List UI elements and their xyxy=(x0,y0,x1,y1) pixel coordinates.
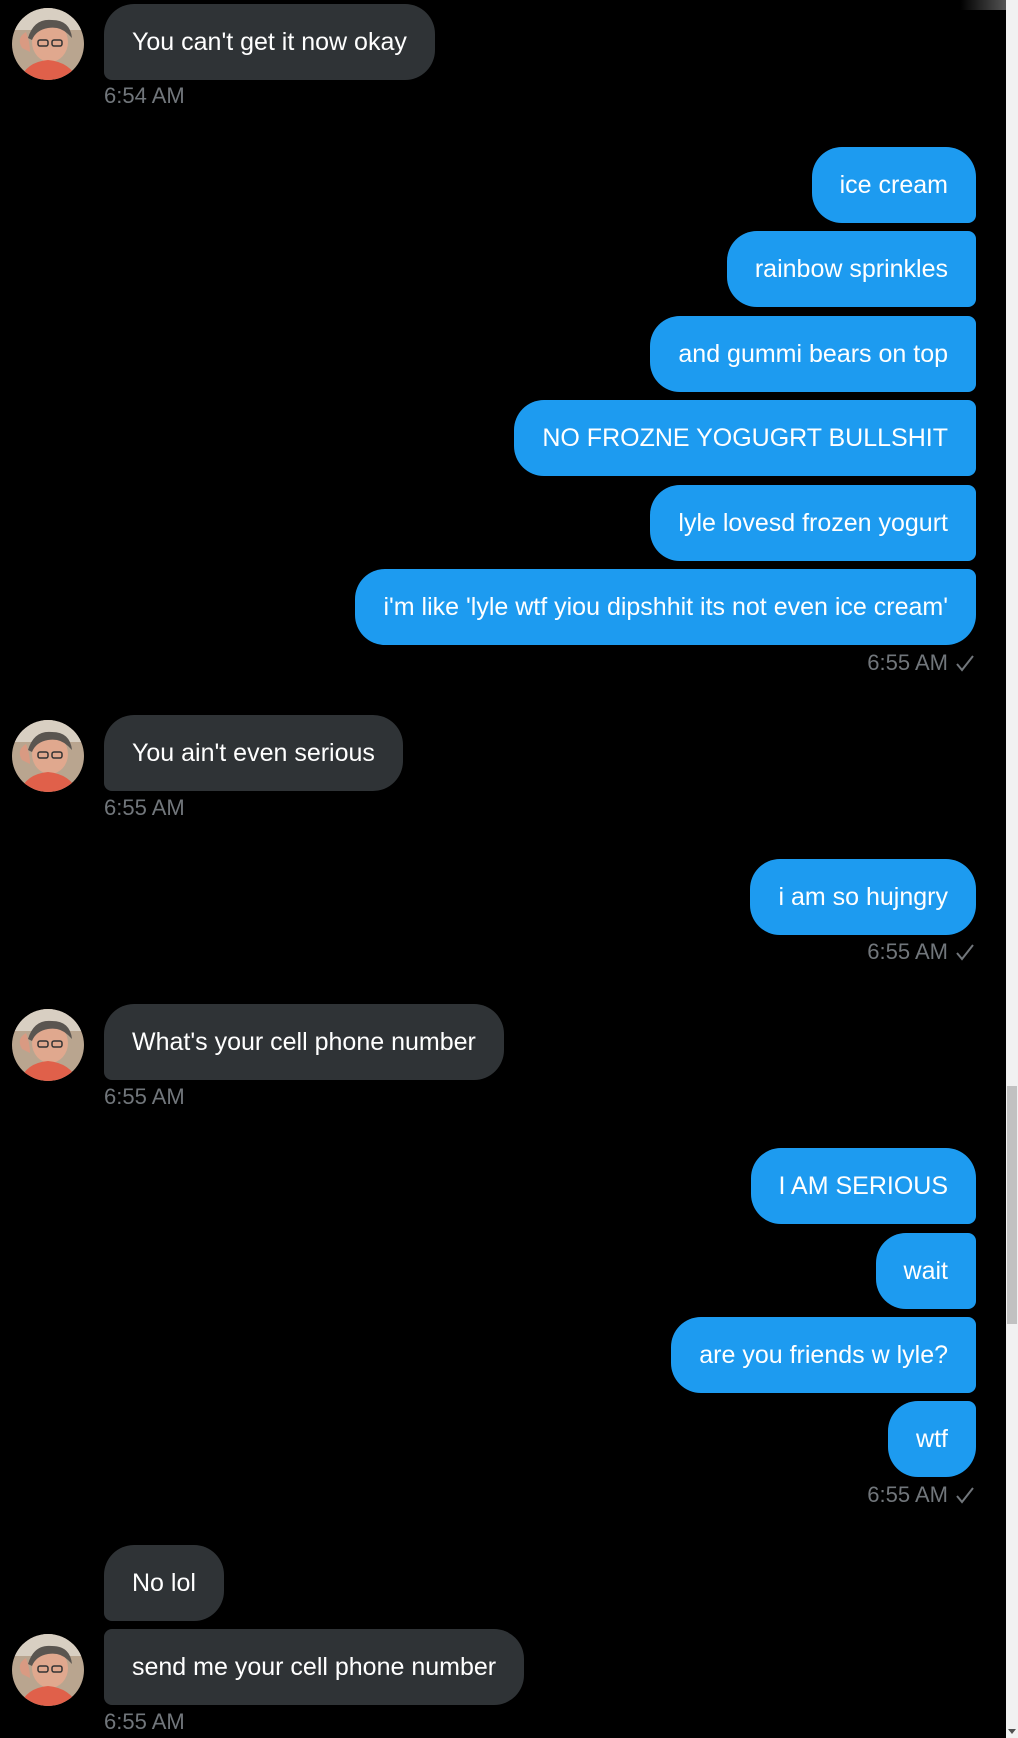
outgoing-message[interactable]: i'm like 'lyle wtf yiou dipshhit its not… xyxy=(355,569,976,645)
outgoing-message[interactable]: wait xyxy=(875,1233,976,1309)
incoming-message[interactable]: You can't get it now okay xyxy=(104,4,435,80)
avatar[interactable] xyxy=(12,1634,84,1706)
message-timestamp: 6:55 AM xyxy=(867,1482,948,1507)
avatar[interactable] xyxy=(12,720,84,792)
outgoing-message[interactable]: rainbow sprinkles xyxy=(726,231,976,307)
outgoing-message[interactable]: are you friends w lyle? xyxy=(671,1317,976,1393)
check-icon xyxy=(956,1487,974,1504)
dm-conversation: You can't get it now okay 6:54 AM ice cr… xyxy=(0,0,1018,1738)
incoming-message[interactable]: You ain't even serious xyxy=(104,715,403,791)
outgoing-message[interactable]: ice cream xyxy=(811,147,976,223)
message-timestamp-row: 6:55 AM xyxy=(867,650,976,676)
scrollbar-thumb[interactable] xyxy=(1007,1086,1017,1324)
check-icon xyxy=(956,655,974,672)
incoming-message[interactable]: What's your cell phone number xyxy=(104,1004,504,1080)
scroll-down-arrow-icon[interactable] xyxy=(1008,1729,1016,1734)
outgoing-message[interactable]: I AM SERIOUS xyxy=(750,1148,976,1224)
incoming-message[interactable]: send me your cell phone number xyxy=(104,1629,525,1705)
outgoing-message[interactable]: wtf xyxy=(888,1401,976,1477)
avatar[interactable] xyxy=(12,1009,84,1081)
message-timestamp: 6:55 AM xyxy=(104,795,185,820)
scrollbar[interactable] xyxy=(1006,0,1018,1738)
message-timestamp: 6:55 AM xyxy=(867,939,948,964)
outgoing-message[interactable]: lyle lovesd frozen yogurt xyxy=(650,485,976,561)
outgoing-message[interactable]: i am so hujngry xyxy=(750,859,976,935)
message-timestamp-row: 6:55 AM xyxy=(867,939,976,965)
message-timestamp: 6:55 AM xyxy=(104,1709,185,1734)
avatar[interactable] xyxy=(12,8,84,80)
message-timestamp: 6:55 AM xyxy=(867,650,948,675)
message-timestamp: 6:55 AM xyxy=(104,1084,185,1109)
outgoing-message[interactable]: and gummi bears on top xyxy=(650,316,976,392)
message-timestamp: 6:54 AM xyxy=(104,83,185,108)
check-icon xyxy=(956,944,974,961)
outgoing-message[interactable]: NO FROZNE YOGUGRT BULLSHIT xyxy=(514,400,976,476)
incoming-message[interactable]: No lol xyxy=(104,1545,224,1621)
message-timestamp-row: 6:55 AM xyxy=(867,1482,976,1508)
